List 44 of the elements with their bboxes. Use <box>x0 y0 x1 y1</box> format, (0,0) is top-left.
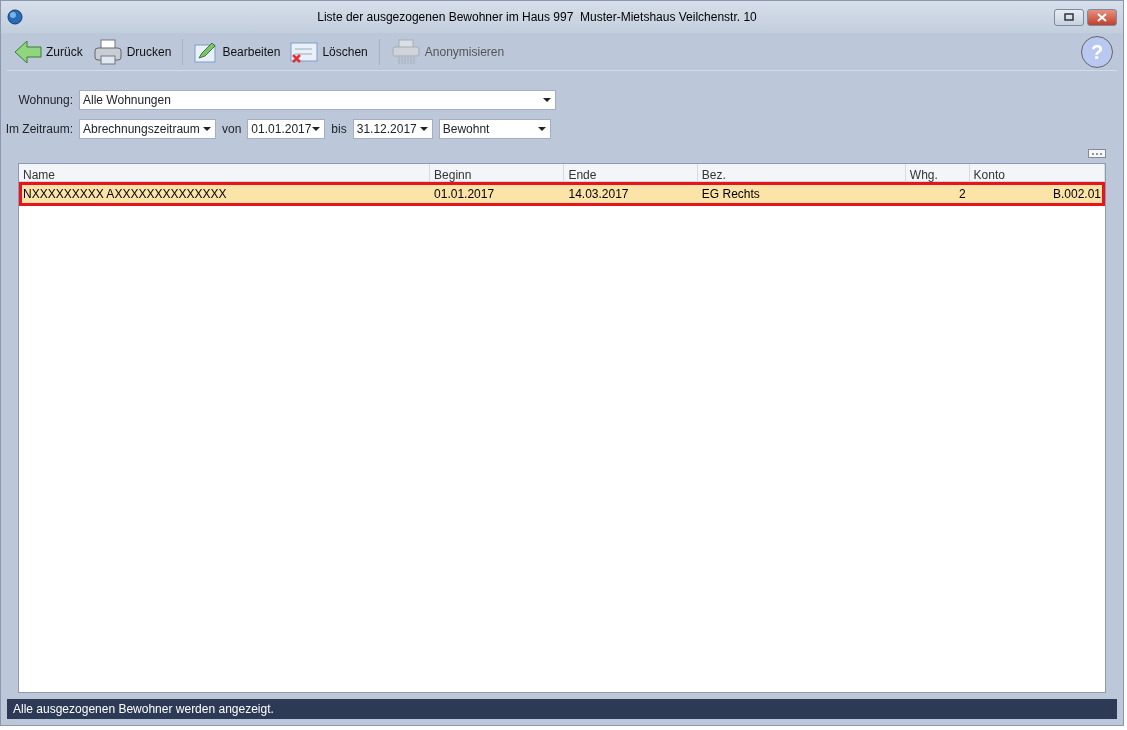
shredder-icon <box>390 38 421 65</box>
toolbar-button[interactable]: Löschen <box>287 38 371 65</box>
toolbar-button[interactable]: Zurück <box>11 36 86 67</box>
caret-icon <box>203 127 211 131</box>
table-cell-text: 01.01.2017 <box>433 186 496 203</box>
caret-icon <box>419 127 428 131</box>
toolbar-button[interactable]: Bearbeiten <box>191 38 284 65</box>
status-dropdown[interactable]: Bewohnt <box>438 119 551 139</box>
delete-form-icon <box>290 40 319 63</box>
table-cell-text: EG Rechts <box>700 186 761 203</box>
status-text: Alle ausgezogenen Bewohner werden angezeigt. <box>13 701 274 718</box>
caret-icon <box>312 127 321 131</box>
period-dropdown[interactable]: Abrechnungszeitraum <box>79 119 216 139</box>
date-from-picker[interactable]: 01.01.2017 <box>247 119 326 139</box>
restore-button[interactable] <box>1054 8 1084 26</box>
table-cell-text: NXXXXXXXXX AXXXXXXXXXXXXXX <box>22 186 228 203</box>
date-to-picker[interactable]: 31.12.2017 <box>352 119 433 139</box>
column-header[interactable]: Bez. <box>697 164 906 181</box>
window-title: Liste der ausgezogenen Bewohner im Haus 997 Muster-Mietshaus Veilchenstr. 10 <box>316 9 758 26</box>
column-header[interactable]: Name <box>19 164 431 181</box>
field-label: Im Zeitraum: <box>4 121 73 138</box>
column-header[interactable]: Beginn <box>430 164 565 181</box>
close-icon <box>1097 12 1107 22</box>
apartment-dropdown[interactable]: Alle Wohnungen <box>79 90 556 110</box>
toolbar-button[interactable]: Drucken <box>89 35 175 68</box>
edit-form-icon <box>194 40 219 63</box>
app-globe-icon <box>7 9 23 25</box>
caret-icon <box>543 98 551 102</box>
field-label: bis <box>331 121 347 138</box>
table-cell-text: B.002.01 <box>1051 186 1102 203</box>
field-label: von <box>222 121 242 138</box>
column-header[interactable]: Ende <box>564 164 698 181</box>
table-cell-text: 2 <box>957 186 967 203</box>
arrow-left-icon <box>14 38 42 65</box>
close-button[interactable] <box>1087 8 1117 26</box>
table-cell-text: 14.03.2017 <box>567 186 630 203</box>
column-header[interactable]: Whg. <box>905 164 970 181</box>
restore-icon <box>1064 13 1074 21</box>
column-chooser-icon[interactable] <box>1088 149 1106 158</box>
field-label: Wohnung: <box>17 92 73 109</box>
caret-icon <box>537 127 546 131</box>
printer-icon <box>92 37 123 66</box>
column-header[interactable]: Konto <box>969 164 1105 181</box>
table-row[interactable]: NXXXXXXXXX AXXXXXXXXXXXXXX 01.01.2017 14.03.2017 EG Rechts 2 B.002.01 <box>19 182 1105 206</box>
